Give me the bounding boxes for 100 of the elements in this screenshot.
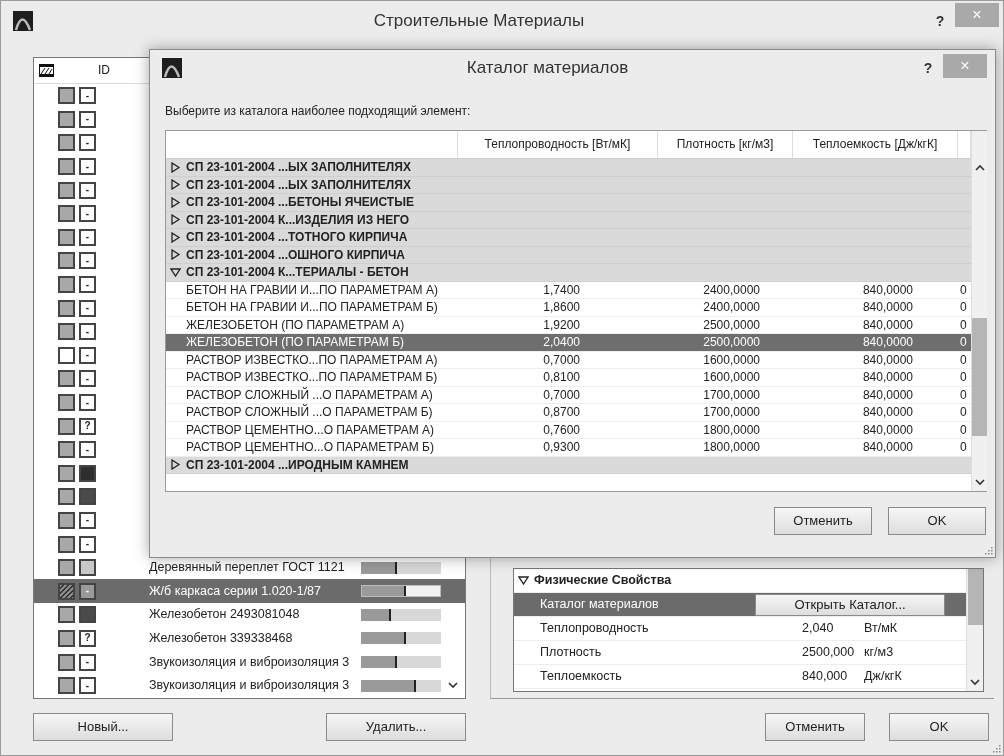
table-cell-text: 0 bbox=[959, 439, 968, 456]
table-cell-text: РАСТВОР ИЗВЕСТКО...ПО ПАРАМЕТРАМ А) bbox=[185, 351, 439, 368]
table-cell-text: 2500,0000 bbox=[702, 316, 761, 333]
marker-swatch: - bbox=[79, 87, 96, 105]
table-cell-text: 0,9300 bbox=[542, 439, 581, 456]
table-cell-text: 840,0000 bbox=[861, 369, 914, 386]
marker-swatch: - bbox=[79, 441, 96, 459]
table-cell-text: 840,0000 bbox=[861, 439, 914, 456]
property-value: 840,000 bbox=[802, 669, 849, 684]
table-cell-text: 2,0400 bbox=[542, 334, 581, 351]
group-name: СП 23-101-2004 ...БЕТОНЫ ЯЧЕИСТЫЕ bbox=[186, 195, 414, 210]
marker-swatch: - bbox=[79, 228, 96, 246]
table-cell-text: 840,0000 bbox=[861, 299, 914, 316]
table-cell-text: ЖЕЛЕЗОБЕТОН (ПО ПАРАМЕТРАМ А) bbox=[185, 316, 406, 333]
marker-swatch: - bbox=[79, 299, 96, 317]
property-value: 2,040 bbox=[802, 621, 835, 636]
marker-swatch: - bbox=[79, 205, 96, 223]
material-name: Деревянный переплет ГОСТ 1121 bbox=[149, 560, 346, 576]
table-cell-text: БЕТОН НА ГРАВИИ И...ПО ПАРАМЕТРАМ Б) bbox=[185, 299, 439, 316]
marker-swatch: - bbox=[79, 653, 96, 671]
table-cell-text: 1600,0000 bbox=[702, 369, 761, 386]
marker-swatch: - bbox=[79, 582, 96, 600]
table-cell-text: 0 bbox=[959, 369, 968, 386]
table-cell-text: 1,8600 bbox=[542, 299, 581, 316]
marker-swatch: - bbox=[79, 677, 96, 695]
group-name: СП 23-101-2004 ...ТОТНОГО КИРПИЧА bbox=[186, 230, 408, 245]
table-cell-text: 840,0000 bbox=[861, 334, 914, 351]
table-cell-text: ЖЕЛЕЗОБЕТОН (ПО ПАРАМЕТРАМ Б) bbox=[185, 334, 405, 351]
marker-swatch: - bbox=[79, 370, 96, 388]
table-cell-text: РАСТВОР ЦЕМЕНТНО...О ПАРАМЕТРАМ Б) bbox=[185, 439, 435, 456]
table-cell-text: 1700,0000 bbox=[702, 386, 761, 403]
marker-swatch: - bbox=[79, 323, 96, 341]
group-name: СП 23-101-2004 ...ОШНОГО КИРПИЧА bbox=[186, 247, 406, 262]
material-name: Ж/б каркаса серии 1.020-1/87 bbox=[149, 583, 323, 599]
table-cell-text: 0,8100 bbox=[542, 369, 581, 386]
table-cell-text: 0 bbox=[959, 351, 968, 368]
table-cell-text: РАСТВОР СЛОЖНЫЙ ...О ПАРАМЕТРАМ А) bbox=[185, 386, 434, 403]
material-name: Звукоизоляция и виброизоляция 3 bbox=[149, 654, 351, 670]
table-cell-text: БЕТОН НА ГРАВИИ И...ПО ПАРАМЕТРАМ А) bbox=[185, 281, 439, 298]
table-cell-text: 840,0000 bbox=[861, 351, 914, 368]
table-cell-text: 0 bbox=[959, 316, 968, 333]
group-name: СП 23-101-2004 ...ЫХ ЗАПОЛНИТЕЛЯХ bbox=[186, 177, 411, 192]
marker-swatch: - bbox=[79, 110, 96, 128]
table-cell-text: 0 bbox=[959, 299, 968, 316]
table-cell-text: 1600,0000 bbox=[702, 351, 761, 368]
table-cell-text: 0 bbox=[959, 421, 968, 438]
table-cell-text: 1700,0000 bbox=[702, 404, 761, 421]
material-name: Железобетон 339338468 bbox=[149, 630, 294, 646]
table-cell-text: 0 bbox=[959, 281, 968, 298]
table-cell-text: 1,7400 bbox=[542, 281, 581, 298]
property-label: Каталог материалов bbox=[540, 597, 660, 612]
table-cell-text: 1,9200 bbox=[542, 316, 581, 333]
marker-swatch: - bbox=[79, 134, 96, 152]
column-header: ID bbox=[98, 63, 110, 78]
material-name: Железобетон 2493081048 bbox=[149, 607, 301, 623]
group-name: СП 23-101-2004 ...ЫХ ЗАПОЛНИТЕЛЯХ bbox=[186, 160, 411, 175]
window-title: Строительные Материалы bbox=[372, 10, 586, 32]
marker-swatch: - bbox=[79, 394, 96, 411]
property-label: Теплоемкость bbox=[540, 669, 623, 684]
dialog-title: Каталог материалов bbox=[465, 57, 630, 79]
unit-label: кг/м3 bbox=[864, 645, 894, 660]
table-cell-text: 0,8700 bbox=[542, 404, 581, 421]
table-cell-text: 0 bbox=[959, 404, 968, 421]
table-cell-text: 0 bbox=[959, 334, 968, 351]
property-value: 2500,000 bbox=[802, 645, 856, 660]
table-cell-text: 840,0000 bbox=[861, 421, 914, 438]
marker-swatch: - bbox=[79, 276, 96, 294]
unit-label: Вт/мК bbox=[864, 621, 898, 636]
table-cell-text: 1800,0000 bbox=[702, 439, 761, 456]
property-label: Плотность bbox=[540, 645, 603, 660]
marker-swatch: - bbox=[79, 512, 96, 529]
marker-swatch: ? bbox=[79, 417, 96, 435]
marker-swatch: - bbox=[79, 158, 96, 176]
table-cell-text: 0,7000 bbox=[542, 386, 581, 403]
table-cell-text: 840,0000 bbox=[861, 386, 914, 403]
table-cell-text: 0,7600 bbox=[542, 421, 581, 438]
table-cell-text: РАСТВОР СЛОЖНЫЙ ...О ПАРАМЕТРАМ Б) bbox=[185, 404, 434, 421]
table-cell-text: РАСТВОР ЦЕМЕНТНО...О ПАРАМЕТРАМ А) bbox=[185, 421, 436, 438]
group-name: СП 23-101-2004 К...ИЗДЕЛИЯ ИЗ НЕГО bbox=[186, 212, 410, 227]
table-cell-text: 840,0000 bbox=[861, 281, 914, 298]
table-cell-text: 2400,0000 bbox=[702, 281, 761, 298]
table-cell-text: 1800,0000 bbox=[702, 421, 761, 438]
table-cell-text: 0 bbox=[959, 386, 968, 403]
table-cell-text: 2500,0000 bbox=[702, 334, 761, 351]
marker-swatch: - bbox=[79, 346, 96, 364]
table-cell-text: 2400,0000 bbox=[702, 299, 761, 316]
table-cell-text: 840,0000 bbox=[861, 404, 914, 421]
material-name: Звукоизоляция и виброизоляция 3 bbox=[149, 678, 351, 694]
unit-label: Дж/кгК bbox=[864, 669, 902, 684]
group-name: СП 23-101-2004 ...ИРОДНЫМ КАМНЕМ bbox=[186, 457, 409, 472]
section-title: Физические Свойства bbox=[534, 573, 672, 588]
marker-swatch: ? bbox=[79, 629, 96, 647]
property-label: Теплопроводность bbox=[540, 621, 650, 636]
prompt-text: Выберите из каталога наиболее подходящий элемент: bbox=[165, 104, 472, 120]
marker-swatch: - bbox=[79, 535, 96, 553]
marker-swatch: - bbox=[79, 252, 96, 270]
table-cell-text: 0,7000 bbox=[542, 351, 581, 368]
group-name: СП 23-101-2004 К...ТЕРИАЛЫ - БЕТОН bbox=[186, 265, 409, 280]
table-cell-text: 840,0000 bbox=[861, 316, 914, 333]
marker-swatch: - bbox=[79, 181, 96, 199]
